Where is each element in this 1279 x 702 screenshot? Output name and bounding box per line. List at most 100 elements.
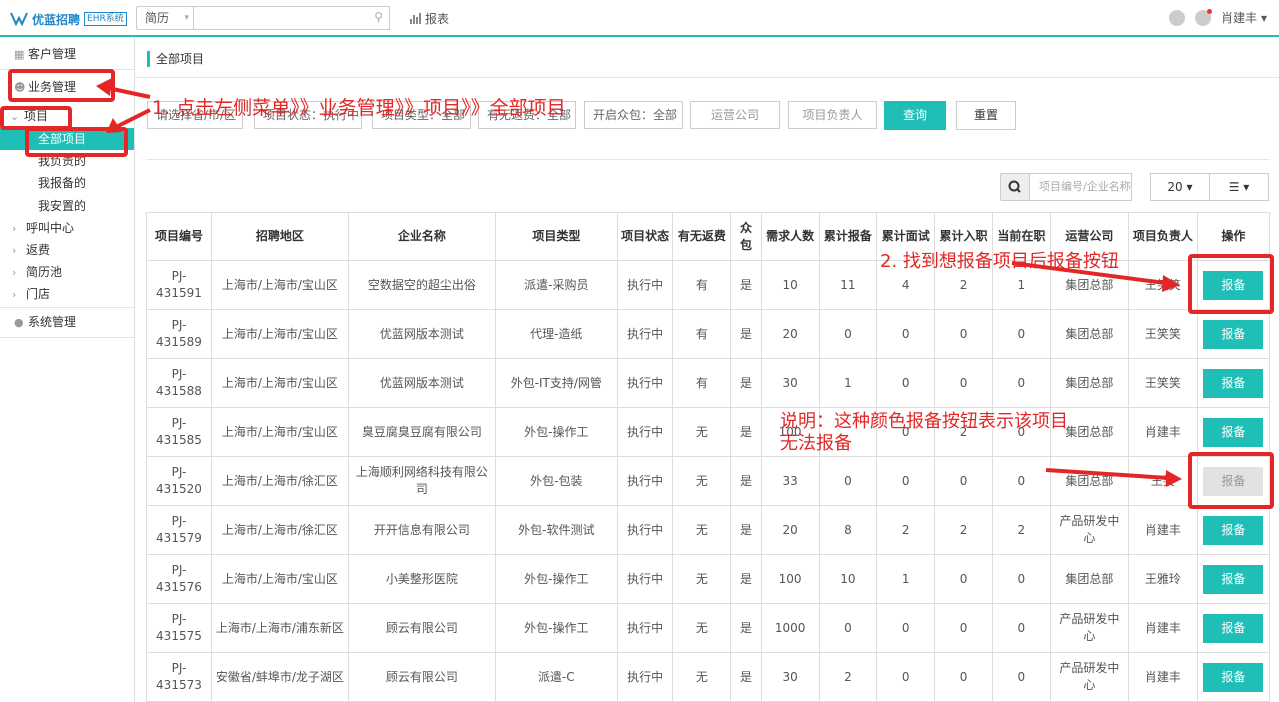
- search-icon[interactable]: ⚲: [374, 10, 383, 24]
- table-search-button[interactable]: [1000, 173, 1030, 201]
- cell-type: 外包-操作工: [494, 603, 618, 653]
- cell-ops: 集团总部: [1049, 309, 1129, 359]
- report-button[interactable]: 报备: [1203, 613, 1264, 643]
- crowd-select[interactable]: 开启众包：全部: [584, 101, 683, 129]
- ops-company-input[interactable]: 运营公司: [690, 101, 780, 129]
- cell-action: 报备: [1196, 309, 1271, 359]
- cell-type: 外包-软件测试: [494, 505, 618, 555]
- logo[interactable]: 优蓝招聘 EHR系统: [10, 10, 127, 28]
- cell-reported: 2: [818, 652, 878, 702]
- table-body: PJ-431591 上海市/上海市/宝山区 空数据空的超尘出俗 派遣-采购员 执行中有是…: [146, 260, 1271, 702]
- cell-action: 报备: [1196, 603, 1271, 653]
- owner-link[interactable]: 王笑笑: [1127, 358, 1198, 408]
- owner-link[interactable]: 王笑笑: [1127, 260, 1198, 310]
- project-id-link[interactable]: PJ-431585: [146, 407, 212, 457]
- project-id-link[interactable]: PJ-431576: [146, 554, 212, 604]
- owner-link[interactable]: 肖建丰: [1127, 407, 1198, 457]
- cell-status: 执行中: [616, 309, 674, 359]
- company-link[interactable]: 上海顺利网络科技有限公司: [347, 456, 496, 506]
- company-link[interactable]: 顾云有限公司: [347, 603, 496, 653]
- column-header: 众包: [730, 212, 762, 261]
- cell-status: 执行中: [616, 603, 674, 653]
- sidebar-item-customer[interactable]: ▦ 客户管理: [0, 43, 134, 65]
- owner-link[interactable]: 肖建丰: [1127, 505, 1198, 555]
- table-row: PJ-431589 上海市/上海市/宝山区 优蓝网版本测试 代理-造纸 执行中有是 20 0…: [146, 309, 1271, 359]
- company-link[interactable]: 空数据空的超尘出俗: [347, 260, 496, 310]
- sidebar-item-label: 我安置的: [38, 199, 87, 213]
- owner-link[interactable]: 肖建丰: [1127, 603, 1198, 653]
- message-icon[interactable]: [1169, 9, 1186, 26]
- main-content: 全部项目 请选择省/市/区 项目状态：执行中 项目类型：全部 有无返费：全部 开…: [135, 37, 1279, 702]
- column-header: 项目负责人: [1127, 212, 1198, 261]
- company-link[interactable]: 优蓝网版本测试: [347, 309, 496, 359]
- project-id-link[interactable]: PJ-431591: [146, 260, 212, 310]
- project-id-link[interactable]: PJ-431579: [146, 505, 212, 555]
- cell-refund: 无: [672, 456, 732, 506]
- cell-action: 报备: [1196, 505, 1271, 555]
- company-link[interactable]: 臭豆腐臭豆腐有限公司: [347, 407, 496, 457]
- report-button[interactable]: 报备: [1203, 515, 1264, 545]
- sidebar-item-refund[interactable]: › 返费: [0, 239, 134, 261]
- table-row: PJ-431576 上海市/上海市/宝山区 小美整形医院 外包-操作工 执行中无是 100…: [146, 554, 1271, 604]
- report-link[interactable]: 报表: [410, 10, 449, 27]
- cell-refund: 有: [672, 309, 732, 359]
- company-link[interactable]: 小美整形医院: [347, 554, 496, 604]
- company-link[interactable]: 优蓝网版本测试: [347, 358, 496, 408]
- cell-ops: 产品研发中心: [1049, 652, 1129, 702]
- column-header: 有无返费: [672, 212, 732, 261]
- sidebar-item-call-center[interactable]: › 呼叫中心: [0, 217, 134, 239]
- owner-link[interactable]: 王笑笑: [1127, 309, 1198, 359]
- global-search-input[interactable]: ⚲: [194, 6, 390, 30]
- logo-text: 优蓝招聘: [32, 12, 81, 27]
- cell-interviewed: 0: [876, 652, 936, 702]
- query-button[interactable]: 查询: [884, 101, 946, 130]
- search-type-select[interactable]: 简历 ▾: [136, 6, 194, 30]
- report-button[interactable]: 报备: [1203, 368, 1264, 398]
- annotation-box-all-projects: [25, 127, 128, 157]
- annotation-step1: 1. 点击左侧菜单》》业务管理》》项目》》全部项目: [152, 97, 566, 119]
- company-link[interactable]: 开开信息有限公司: [347, 505, 496, 555]
- owner-input[interactable]: 项目负责人: [788, 101, 877, 129]
- notification-icon[interactable]: [1195, 8, 1213, 26]
- sidebar-item-store[interactable]: › 门店: [0, 283, 134, 305]
- report-button[interactable]: 报备: [1203, 417, 1264, 447]
- owner-link[interactable]: 王笑: [1127, 456, 1198, 506]
- cell-type: 代理-造纸: [494, 309, 618, 359]
- cell-region: 上海市/上海市/徐汇区: [210, 505, 349, 555]
- cell-status: 执行中: [616, 652, 674, 702]
- cell-action: 报备: [1196, 358, 1271, 408]
- column-view-toggle[interactable]: ☰ ▾: [1209, 173, 1269, 201]
- company-link[interactable]: 顾云有限公司: [347, 652, 496, 702]
- sidebar-item-label: 返费: [26, 243, 51, 257]
- annotation-step2: 2. 找到想报备项目后报备按钮: [880, 251, 1119, 272]
- cell-interviewed: 0: [876, 358, 936, 408]
- project-id-link[interactable]: PJ-431588: [146, 358, 212, 408]
- sidebar-item-system[interactable]: ● 系统管理: [0, 311, 134, 333]
- page-size-select[interactable]: 20 ▾: [1150, 173, 1210, 201]
- sidebar-item-resume-pool[interactable]: › 简历池: [0, 261, 134, 283]
- project-id-link[interactable]: PJ-431589: [146, 309, 212, 359]
- cell-reported: 11: [818, 260, 878, 310]
- owner-link[interactable]: 王雅玲: [1127, 554, 1198, 604]
- cell-status: 执行中: [616, 260, 674, 310]
- table-search-input[interactable]: 项目编号/企业名称: [1030, 173, 1132, 201]
- cell-crowd: 是: [730, 554, 762, 604]
- sidebar-item-my-placed[interactable]: 我安置的: [0, 195, 134, 217]
- cell-employed: 0: [991, 309, 1051, 359]
- user-menu[interactable]: 肖建丰 ▾: [1221, 9, 1267, 26]
- report-button[interactable]: 报备: [1203, 564, 1264, 594]
- report-button[interactable]: 报备: [1203, 319, 1264, 349]
- reset-button[interactable]: 重置: [956, 101, 1016, 130]
- top-bar: 优蓝招聘 EHR系统 简历 ▾ ⚲ 报表 肖建丰 ▾: [0, 0, 1279, 37]
- cell-type: 外包-操作工: [494, 407, 618, 457]
- owner-link[interactable]: 肖建丰: [1127, 652, 1198, 702]
- sidebar-item-my-reported[interactable]: 我报备的: [0, 172, 134, 194]
- project-id-link[interactable]: PJ-431573: [146, 652, 212, 702]
- project-id-link[interactable]: PJ-431520: [146, 456, 212, 506]
- project-id-link[interactable]: PJ-431575: [146, 603, 212, 653]
- cell-demand: 33: [760, 456, 820, 506]
- report-button[interactable]: 报备: [1203, 662, 1264, 692]
- table-row: PJ-431585 上海市/上海市/宝山区 臭豆腐臭豆腐有限公司 外包-操作工 执行中无…: [146, 407, 1271, 457]
- cell-crowd: 是: [730, 260, 762, 310]
- cell-refund: 无: [672, 505, 732, 555]
